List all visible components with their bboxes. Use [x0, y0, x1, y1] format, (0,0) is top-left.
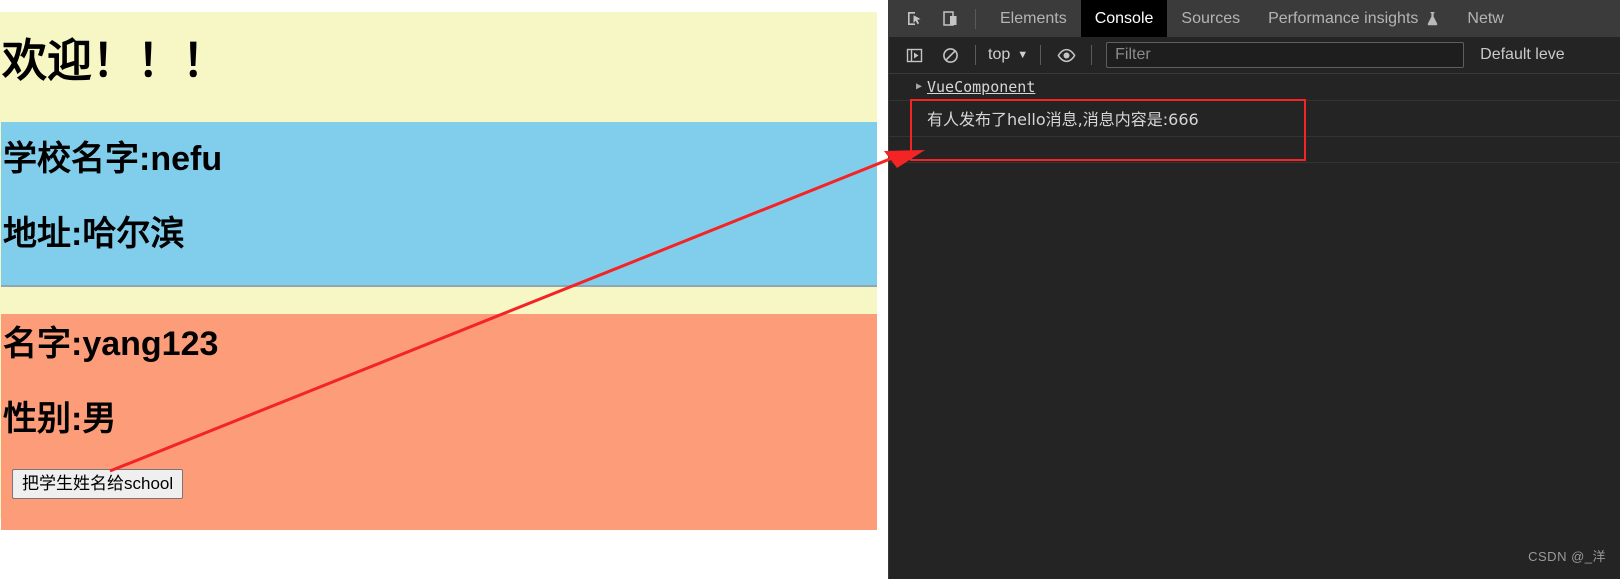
screenshot-root: 欢迎！！！ 学校名字:nefu 地址:哈尔滨 名字:yang123 性别:男 把… [0, 0, 1620, 579]
console-toolbar: top ▼ Default leve [889, 37, 1620, 74]
chevron-down-icon: ▼ [1017, 48, 1029, 61]
toolbar-divider-2 [975, 45, 976, 65]
toolbar-divider-3 [1040, 45, 1042, 65]
inspect-element-icon[interactable] [899, 5, 929, 33]
js-context-selector[interactable]: top ▼ [986, 46, 1030, 64]
tab-network-label: Netw [1467, 9, 1504, 27]
device-toolbar-icon[interactable] [935, 5, 965, 33]
console-level-label: Default leve [1480, 46, 1565, 63]
console-output: ▶ VueComponent 有人发布了hello消息,消息内容是:666 [889, 75, 1620, 579]
tab-elements[interactable]: Elements [986, 0, 1081, 37]
devtools-tabbar: Elements Console Sources Performance ins… [889, 0, 1620, 37]
experiment-flask-icon [1426, 11, 1439, 26]
tab-console-label: Console [1094, 9, 1154, 27]
js-context-label: top [988, 46, 1011, 63]
student-sex-text: 性别:男 [3, 400, 117, 438]
toolbar-divider-4 [1091, 45, 1093, 65]
school-address-text: 地址:哈尔滨 [3, 215, 185, 253]
console-row: 有人发布了hello消息,消息内容是:666 [889, 101, 1620, 137]
school-name-text: 学校名字:nefu [3, 140, 223, 178]
chevron-right-icon[interactable]: ▶ [916, 81, 922, 92]
browser-viewport: 欢迎！！！ 学校名字:nefu 地址:哈尔滨 名字:yang123 性别:男 把… [0, 0, 888, 579]
console-object-name[interactable]: VueComponent [927, 78, 1035, 96]
toolbar-divider [975, 8, 976, 29]
tab-elements-label: Elements [1000, 9, 1067, 27]
tab-network[interactable]: Netw [1453, 0, 1517, 37]
school-component: 学校名字:nefu 地址:哈尔滨 [1, 122, 877, 287]
student-component: 名字:yang123 性别:男 把学生姓名给school [1, 314, 877, 530]
devtools-panel: Elements Console Sources Performance ins… [888, 0, 1620, 579]
give-student-name-to-school-button[interactable]: 把学生姓名给school [12, 469, 184, 499]
console-filter-input[interactable] [1106, 42, 1465, 68]
tab-sources-label: Sources [1181, 9, 1241, 27]
tab-performance-insights-label: Performance insights [1268, 9, 1419, 27]
console-row [889, 137, 1620, 163]
clear-console-icon[interactable] [935, 41, 965, 69]
console-level-selector[interactable]: Default leve [1480, 46, 1565, 64]
live-expression-eye-icon[interactable] [1051, 41, 1081, 69]
tab-sources[interactable]: Sources [1167, 0, 1254, 37]
tab-console[interactable]: Console [1080, 0, 1168, 37]
student-name-text: 名字:yang123 [3, 325, 219, 363]
console-sidebar-icon[interactable] [899, 41, 929, 69]
app-container: 欢迎！！！ 学校名字:nefu 地址:哈尔滨 名字:yang123 性别:男 把… [0, 12, 877, 530]
welcome-title: 欢迎！！！ [2, 35, 228, 86]
console-message-text: 有人发布了hello消息,消息内容是:666 [927, 110, 1199, 129]
tab-performance-insights[interactable]: Performance insights [1254, 0, 1453, 37]
watermark: CSDN @_洋 [1528, 549, 1606, 564]
console-row[interactable]: ▶ VueComponent [889, 75, 1620, 101]
